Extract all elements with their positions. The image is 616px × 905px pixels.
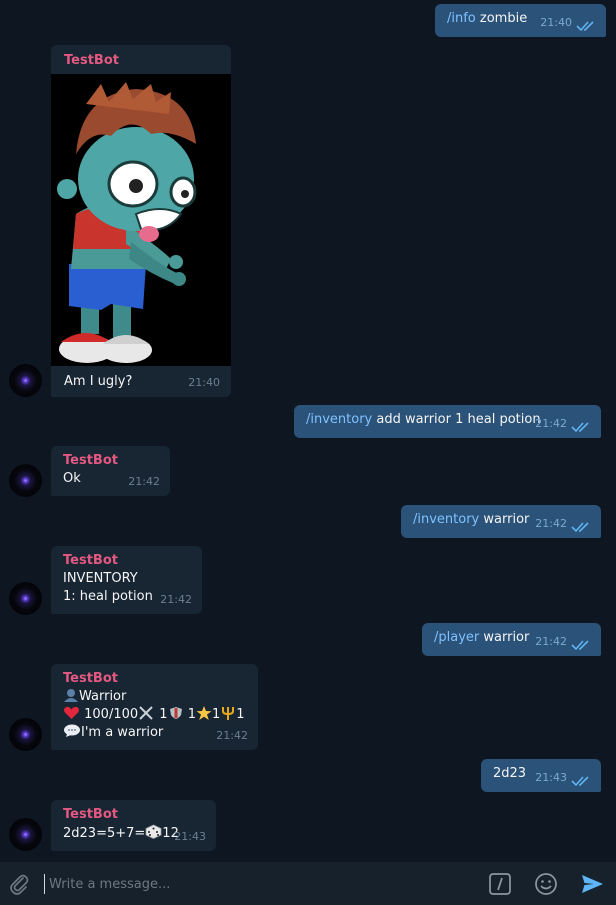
crossed-swords-icon [139, 706, 153, 720]
message-text: add warrior 1 heal potion [372, 412, 541, 427]
shield-icon [169, 707, 182, 719]
read-checkmarks-icon [571, 422, 589, 433]
message-time: 21:42 [128, 475, 160, 488]
incoming-message[interactable]: TestBot 2d23=5+7= 12 21:43 [51, 800, 216, 851]
bot-command-link[interactable]: /inventory [413, 512, 479, 527]
message-time: 21:42 [160, 593, 192, 606]
message-time: 21:40 [188, 376, 220, 389]
player-bio: I'm a warrior [81, 725, 164, 740]
player-trident: 1 [236, 707, 245, 722]
message-time: 21:42 [216, 729, 248, 742]
glowing-star-icon [196, 706, 212, 720]
read-checkmarks-icon [576, 21, 594, 32]
message-composer [0, 862, 616, 905]
sender-name[interactable]: TestBot [64, 52, 119, 70]
paperclip-icon[interactable] [7, 872, 31, 896]
sender-name[interactable]: TestBot [63, 452, 158, 470]
outgoing-message[interactable]: /player warrior 21:42 [422, 623, 601, 656]
read-checkmarks-icon [571, 776, 589, 787]
sender-name[interactable]: TestBot [63, 806, 204, 824]
bot-avatar[interactable] [9, 718, 42, 751]
player-attack: 1 [159, 707, 168, 722]
message-text: zombie [475, 11, 528, 26]
player-name: Warrior [79, 689, 127, 704]
smiley-icon[interactable] [534, 872, 558, 896]
message-time: 21:40 [540, 16, 572, 29]
dice-expression: 2d23=5+7= [63, 826, 146, 841]
bot-avatar[interactable] [9, 818, 42, 851]
incoming-message[interactable]: TestBot Warrior 100/100 1 111 I'm a warr… [51, 664, 258, 750]
outgoing-message[interactable]: 2d23 21:43 [481, 759, 601, 792]
message-text: 2d23 [493, 766, 527, 781]
inventory-heading: INVENTORY [63, 571, 138, 586]
message-time: 21:42 [535, 635, 567, 648]
dice-icon [145, 824, 162, 839]
bot-command-link[interactable]: /inventory [306, 412, 372, 427]
bot-command-link[interactable]: /info [447, 11, 476, 26]
message-time: 21:43 [535, 771, 567, 784]
player-hp: 100/100 [84, 707, 139, 722]
bot-avatar[interactable] [9, 464, 42, 497]
message-input[interactable] [44, 874, 469, 894]
incoming-photo-message[interactable]: TestBot Am I ugly? 21:40 [51, 45, 231, 397]
message-time: 21:42 [535, 517, 567, 530]
player-name-line: Warrior [63, 688, 246, 706]
outgoing-message[interactable]: /inventory add warrior 1 heal potion 21:… [294, 405, 601, 438]
read-checkmarks-icon [571, 522, 589, 533]
bot-avatar[interactable] [9, 582, 42, 615]
read-checkmarks-icon [571, 640, 589, 651]
sender-name[interactable]: TestBot [63, 552, 190, 570]
bot-command-link[interactable]: /player [434, 630, 479, 645]
chat-history[interactable]: /info zombie 21:40 TestBot Am I ugly? 21… [0, 0, 616, 862]
player-stats-line: 100/100 1 111 [63, 706, 246, 724]
incoming-message[interactable]: TestBot Ok 21:42 [51, 446, 170, 496]
speech-bubble-icon [64, 724, 80, 737]
zombie-image [57, 82, 197, 363]
incoming-message[interactable]: TestBot INVENTORY 1: heal potion 21:42 [51, 546, 202, 614]
outgoing-message[interactable]: /inventory warrior 21:42 [401, 505, 601, 538]
zombie-photo[interactable] [51, 74, 231, 366]
player-defense: 1 [187, 707, 196, 722]
send-arrow-icon[interactable] [580, 872, 604, 896]
photo-caption: Am I ugly? [64, 374, 133, 389]
message-text: warrior [479, 630, 530, 645]
trident-icon [222, 707, 235, 720]
message-time: 21:42 [535, 417, 567, 430]
outgoing-message[interactable]: /info zombie 21:40 [435, 4, 606, 37]
heart-icon [64, 706, 79, 719]
bot-avatar[interactable] [9, 364, 42, 397]
message-text: warrior [479, 512, 530, 527]
slash-command-icon[interactable] [488, 872, 512, 896]
message-time: 21:43 [174, 830, 206, 843]
bust-silhouette-icon [64, 689, 78, 702]
player-star: 1 [212, 707, 221, 722]
sender-name[interactable]: TestBot [63, 670, 246, 688]
